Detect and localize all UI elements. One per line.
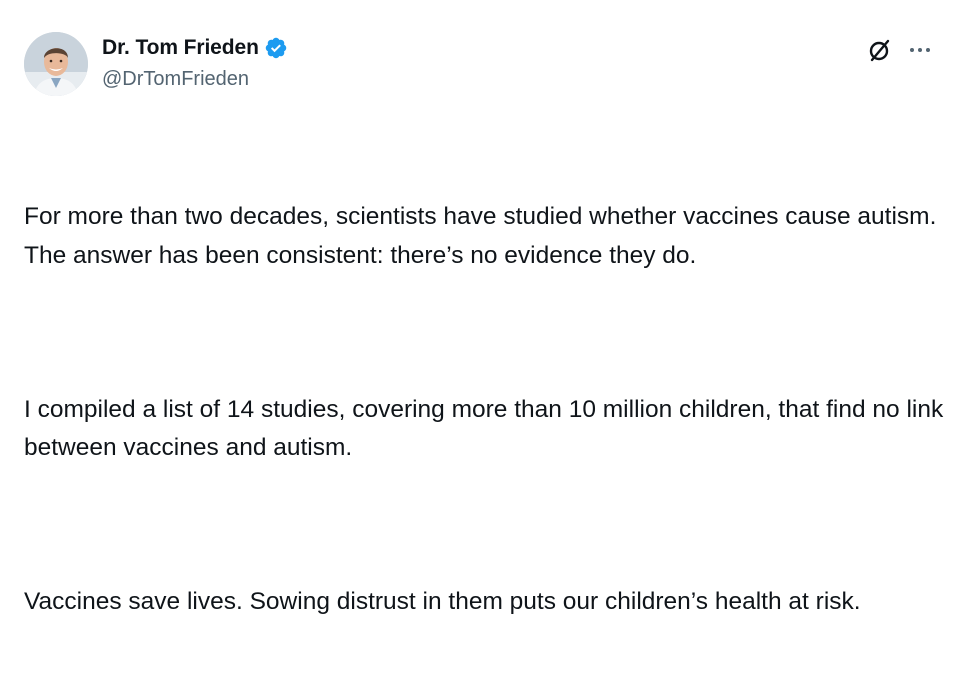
verified-badge-icon[interactable] [264,36,288,60]
tweet-paragraph-3: Vaccines save lives. Sowing distrust in … [24,588,861,615]
avatar-photo-icon [24,32,88,96]
tweet-header: Dr. Tom Frieden @DrTomFrieden [24,32,934,98]
author-names: Dr. Tom Frieden @DrTomFrieden [102,34,288,91]
tweet-paragraph-1: For more than two decades, scientists ha… [24,203,943,269]
tweet-paragraph-2: I compiled a list of 14 studies, coverin… [24,395,951,462]
author-handle[interactable]: @DrTomFrieden [102,68,288,91]
grok-icon[interactable] [866,36,894,64]
author-display-name[interactable]: Dr. Tom Frieden [102,36,259,60]
tweet-actions [866,36,934,64]
tweet-card: Dr. Tom Frieden @DrTomFrieden For more t… [0,0,958,615]
more-options-icon[interactable] [906,36,934,64]
name-row: Dr. Tom Frieden [102,34,288,62]
tweet-text: For more than two decades, scientists ha… [24,121,944,699]
avatar[interactable] [24,32,88,96]
